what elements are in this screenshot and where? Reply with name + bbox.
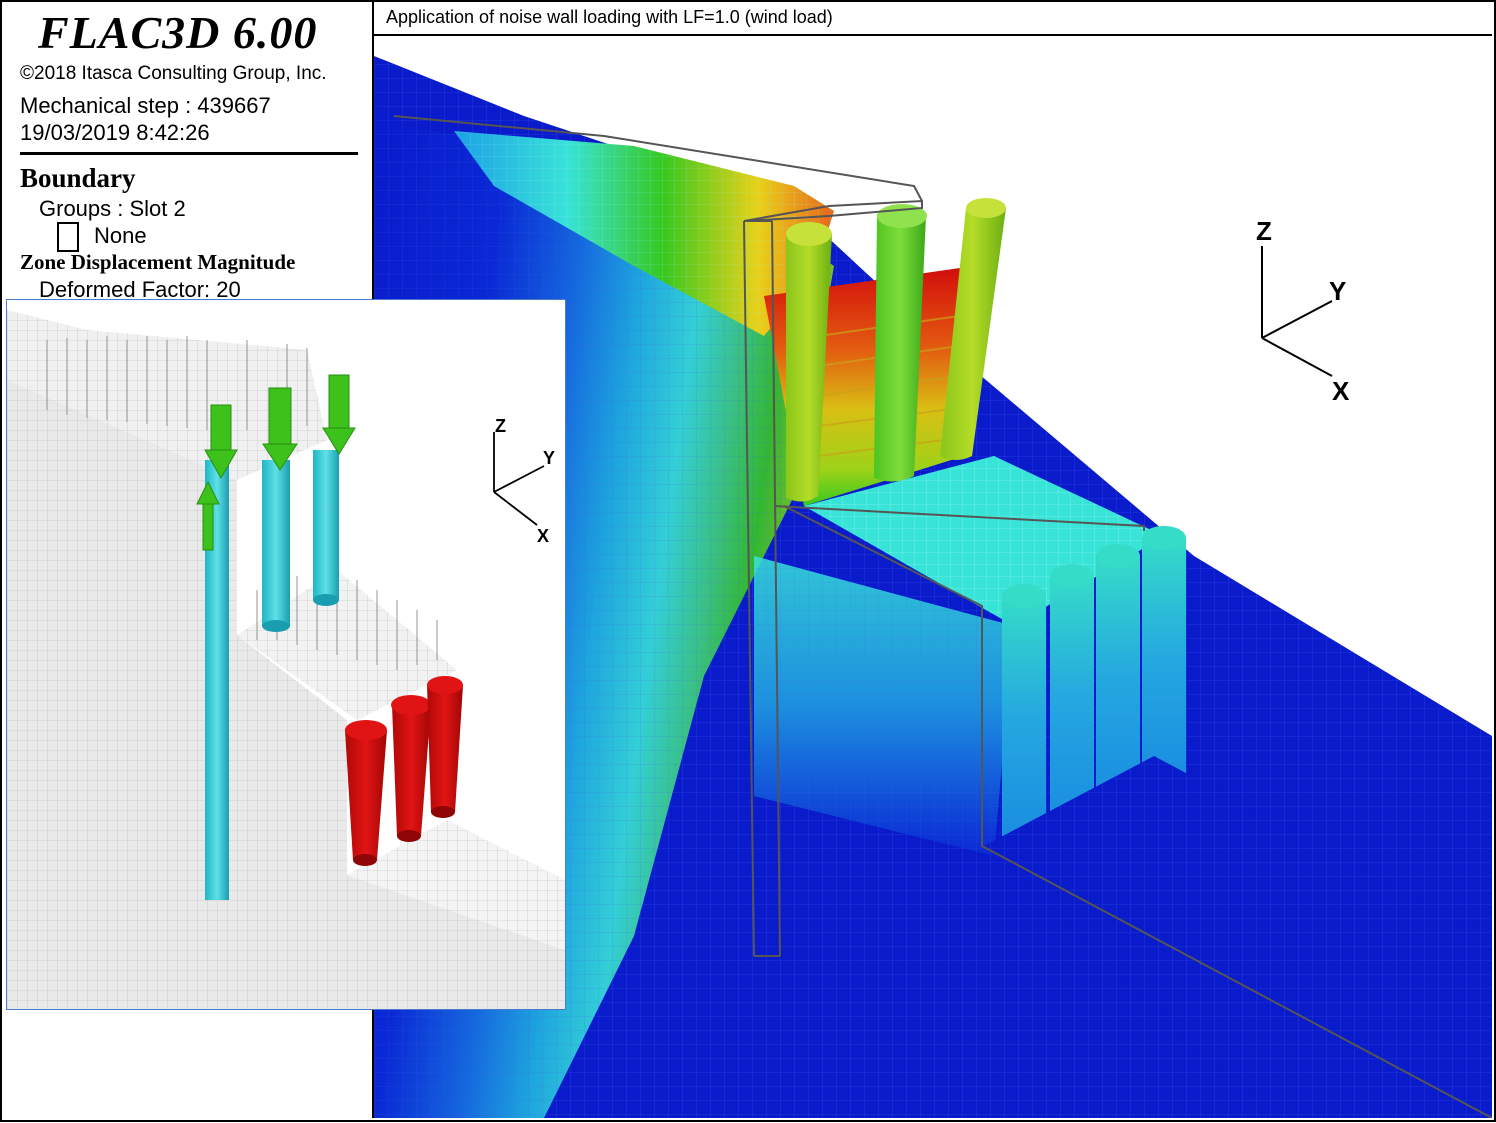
- groups-label: Groups : Slot 2: [39, 196, 186, 221]
- plot-titlebar: Application of noise wall loading with L…: [374, 2, 1492, 36]
- timestamp: 19/03/2019 8:42:26: [20, 120, 210, 145]
- axis-z-label: Z: [1256, 216, 1272, 246]
- axis-y-label: Y: [1329, 276, 1347, 306]
- inset-axis-x-label: X: [537, 526, 550, 546]
- inset-axis-z-label: Z: [495, 416, 506, 436]
- plot-title: Application of noise wall loading with L…: [386, 7, 833, 27]
- axis-x-label: X: [1332, 376, 1350, 406]
- app-title: FLAC3D 6.00: [38, 7, 318, 58]
- inset-axis-y-label: Y: [543, 448, 556, 468]
- checkbox-icon[interactable]: [57, 222, 79, 252]
- copyright-text: ©2018 Itasca Consulting Group, Inc.: [20, 63, 327, 84]
- zone-displacement-heading: Zone Displacement Magnitude: [20, 250, 296, 274]
- inset-view[interactable]: Z Y X: [6, 299, 566, 1010]
- legend-divider: [20, 152, 358, 155]
- boundary-heading: Boundary: [20, 163, 136, 193]
- inset-render: [7, 310, 565, 1009]
- mechanical-step: Mechanical step : 439667: [20, 93, 271, 118]
- none-label: None: [94, 223, 147, 248]
